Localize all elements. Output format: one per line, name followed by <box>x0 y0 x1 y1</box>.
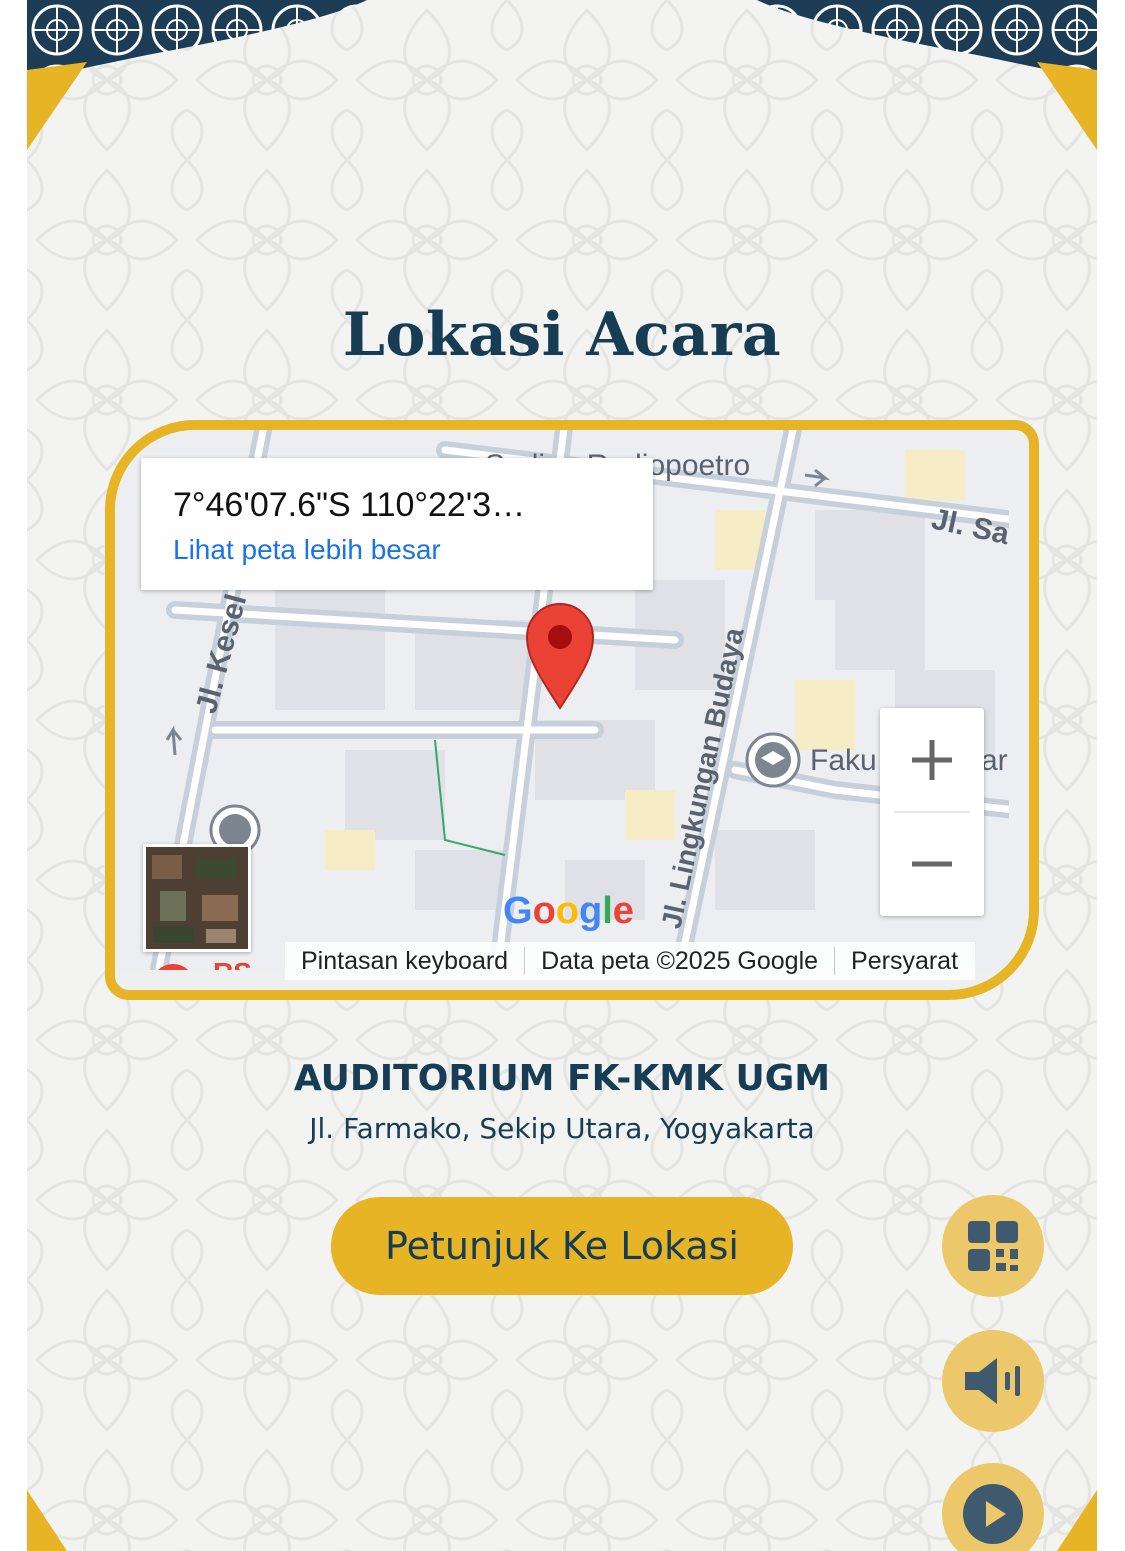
poi-label-right: ar <box>981 744 1008 777</box>
university-poi-icon[interactable] <box>745 732 801 788</box>
google-logo-letter: g <box>579 890 603 932</box>
top-batik-border <box>27 0 1097 150</box>
zoom-out-button[interactable] <box>880 812 984 916</box>
plus-icon <box>912 740 952 780</box>
map-data-text: Data peta ©2025 Google <box>541 946 819 975</box>
google-logo-letter: l <box>602 890 613 932</box>
google-logo-letter: G <box>503 890 533 932</box>
keyboard-shortcuts-link[interactable]: Pintasan keyboard <box>285 947 524 976</box>
venue-name: AUDITORIUM FK-KMK UGM <box>293 1058 831 1099</box>
qr-code-icon <box>968 1221 1018 1271</box>
minus-icon <box>912 861 952 867</box>
google-logo: Google <box>503 890 634 933</box>
view-larger-map-link[interactable]: Lihat peta lebih besar <box>173 534 441 566</box>
embedded-map[interactable]: Sadjoe Radjopoetro Jl. Sa Jl. Kesel Jl. … <box>105 420 1039 1000</box>
invitation-page: Lokasi Acara Radjopoetro Jl. Sa Jl. Kese… <box>27 0 1097 1551</box>
satellite-thumbnail-image <box>146 847 248 949</box>
poi-label: Faku <box>810 744 877 777</box>
speaker-icon <box>965 1358 1020 1404</box>
satellite-toggle[interactable] <box>143 844 251 952</box>
qr-code-button[interactable] <box>942 1195 1044 1297</box>
map-attribution-bar: Pintasan keyboard Data peta ©2025 Google… <box>285 942 975 980</box>
map-info-card: 7°46'07.6"S 110°22'3… Lihat peta lebih b… <box>141 458 653 590</box>
bottom-left-ornament <box>27 1490 67 1551</box>
venue-address: Jl. Farmako, Sekip Utara, Yogyakarta <box>309 1112 815 1145</box>
zoom-control <box>880 708 984 916</box>
google-logo-letter: o <box>555 890 579 932</box>
directions-button[interactable]: Petunjuk Ke Lokasi <box>331 1197 793 1295</box>
zoom-in-button[interactable] <box>880 708 984 812</box>
bottom-right-ornament <box>1057 1490 1097 1551</box>
play-icon <box>963 1484 1023 1544</box>
google-logo-letter: o <box>532 890 556 932</box>
terms-link[interactable]: Persyarat <box>835 947 974 976</box>
google-logo-letter: e <box>612 890 634 932</box>
coordinates-text: 7°46'07.6"S 110°22'3… <box>173 486 526 524</box>
section-title: Lokasi Acara <box>342 300 782 370</box>
sound-toggle-button[interactable] <box>942 1330 1044 1432</box>
poi-label-bottom: RS <box>213 957 252 970</box>
